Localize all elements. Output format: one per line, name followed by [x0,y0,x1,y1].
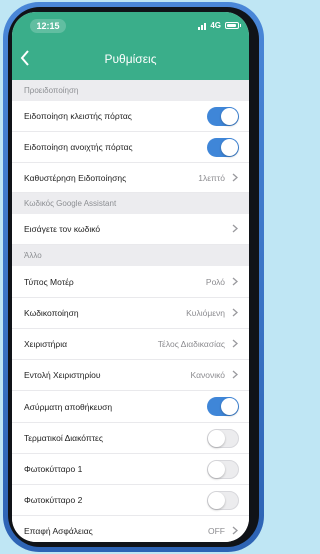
settings-row-label: Φωτοκύτταρο 2 [24,495,83,505]
settings-row[interactable]: Καθυστέρηση Ειδοποίησης 1λεπτό [12,163,249,193]
settings-row-value: Κυλιόμενη [186,308,225,318]
settings-row-label: Τερματικοί Διακόπτες [24,433,103,443]
settings-row-label: Χειριστήρια [24,339,68,349]
settings-row[interactable]: Τερματικοί Διακόπτες [12,423,249,454]
toggle-switch[interactable] [207,428,239,448]
chevron-right-icon [231,370,239,380]
chevron-right-icon [231,308,239,318]
status-bar: 12:15 4G [12,12,249,40]
settings-row[interactable]: Εισάγετε τον κωδικό [12,214,249,245]
navigation-bar: Ρυθμίσεις [12,40,249,80]
settings-list: Προειδοποίηση Ειδοποίηση κλειστής πόρτας Ε… [12,80,249,542]
section-header: Άλλο [12,245,249,266]
toggle-knob [208,429,225,447]
chevron-right-icon [231,277,239,287]
network-label: 4G [210,21,221,30]
settings-row-label: Εντολή Χειριστηρίου [24,370,101,380]
settings-row-label: Ασύρματη αποθήκευση [24,401,113,412]
settings-row[interactable]: Ειδοποίηση ανοιχτής πόρτας [12,132,249,163]
chevron-right-icon [231,224,239,234]
chevron-right-icon [231,339,239,349]
settings-row-label: Εισάγετε τον κωδικό [24,224,101,234]
battery-icon [225,22,241,29]
section-header: Κωδικός Google Assistant [12,193,249,214]
toggle-knob [221,398,238,415]
settings-row-value: Κανονικό [190,370,225,380]
settings-row-label: Ειδοποίηση ανοιχτής πόρτας [24,142,133,152]
toggle-knob [221,138,238,156]
settings-row[interactable]: Εντολή Χειριστηρίου Κανονικό [12,360,249,391]
signal-icon [198,22,207,30]
toggle-knob [208,460,225,478]
settings-row[interactable]: Τύπος Μοτέρ Ρολό [12,266,249,298]
settings-row[interactable]: Φωτοκύτταρο 1 [12,454,249,485]
settings-row-label: Επαφή Ασφάλειας [24,525,93,536]
settings-row[interactable]: Χειριστήρια Τέλος Διαδικασίας [12,329,249,360]
settings-row[interactable]: Κωδικοποίηση Κυλιόμενη [12,298,249,329]
chevron-right-icon [231,173,239,183]
settings-row-label: Καθυστέρηση Ειδοποίησης [24,172,127,183]
settings-row[interactable]: Ασύρματη αποθήκευση [12,391,249,423]
toggle-switch[interactable] [207,137,239,157]
settings-screen: 12:15 4G Ρυθμίσεις Προειδοποίηση Ειδοποίη… [12,12,249,542]
page-title: Ρυθμίσεις [104,52,157,66]
settings-row[interactable]: Ειδοποίηση κλειστής πόρτας [12,101,249,132]
chevron-right-icon [231,526,239,536]
settings-row-label: Φωτοκύτταρο 1 [24,464,83,474]
settings-row[interactable]: Φωτοκύτταρο 2 [12,485,249,516]
toggle-knob [221,107,238,125]
toggle-switch[interactable] [207,490,239,510]
toggle-switch[interactable] [207,106,239,126]
settings-row-value: OFF [208,525,225,536]
toggle-switch[interactable] [207,459,239,479]
status-indicators: 4G [198,21,241,30]
settings-row-label: Τύπος Μοτέρ [24,276,74,287]
settings-row-value: 1λεπτό [198,172,225,183]
settings-row-value: Τέλος Διαδικασίας [157,339,225,349]
settings-row-value: Ρολό [205,276,225,287]
toggle-knob [208,491,225,509]
status-time: 12:15 [30,19,66,33]
settings-row[interactable]: Επαφή Ασφάλειας OFF [12,516,249,542]
settings-row-label: Κωδικοποίηση [24,308,79,318]
section-header: Προειδοποίηση [12,80,249,101]
back-chevron-icon[interactable] [20,50,36,70]
toggle-switch[interactable] [207,397,239,416]
settings-row-label: Ειδοποίηση κλειστής πόρτας [24,111,132,121]
